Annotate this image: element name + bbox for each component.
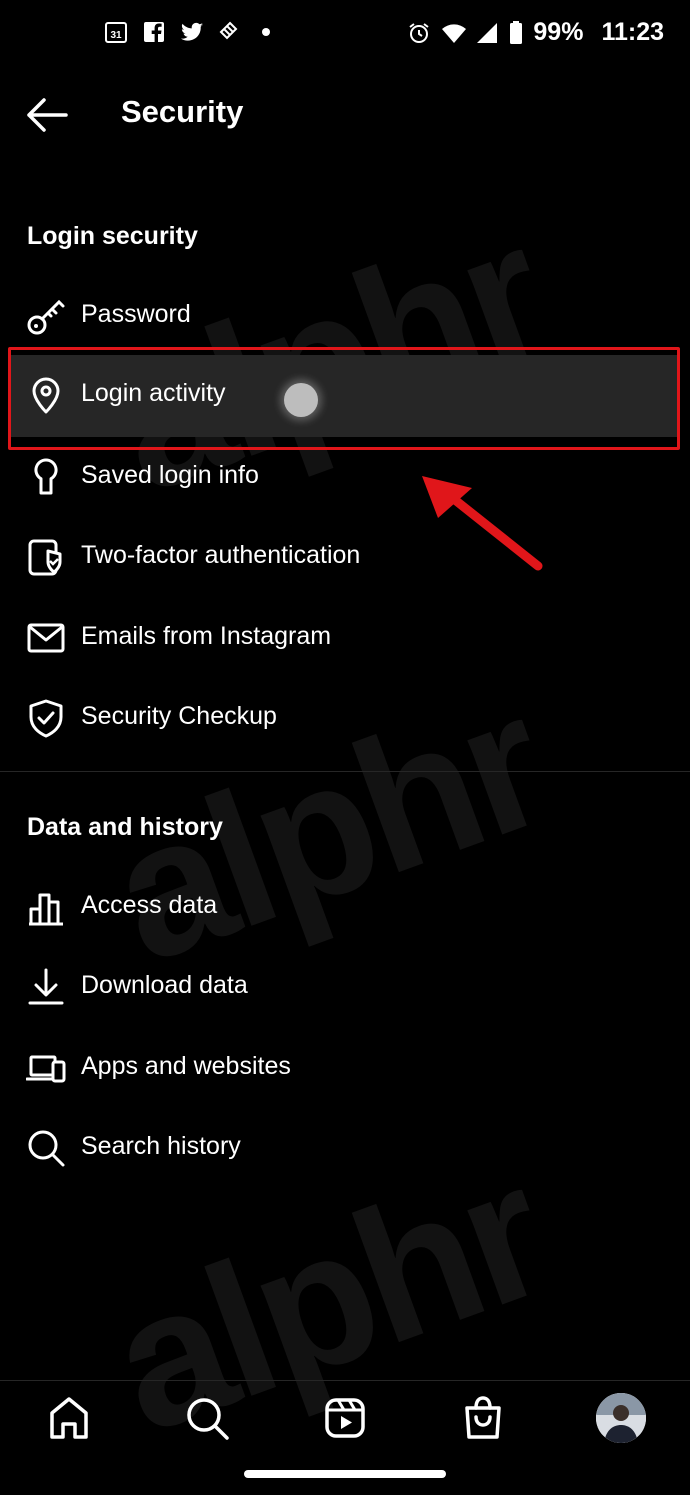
wifi-icon <box>441 21 467 45</box>
annotation-highlight-box <box>8 347 680 450</box>
keyhole-icon <box>26 457 66 497</box>
menu-item-label: Apps and websites <box>81 1052 291 1080</box>
back-arrow-icon <box>27 98 68 132</box>
facebook-icon <box>142 20 166 44</box>
menu-item-saved-login-info[interactable]: Saved login info <box>0 437 690 517</box>
back-button[interactable] <box>24 92 70 138</box>
search-icon <box>26 1128 66 1168</box>
bottom-nav-divider <box>0 1380 690 1381</box>
calendar-icon: 31 <box>104 20 128 44</box>
profile-avatar-image <box>596 1393 646 1443</box>
page-title: Security <box>121 94 244 129</box>
menu-item-label: Password <box>81 300 191 328</box>
nav-home-button[interactable] <box>44 1393 94 1443</box>
dot-icon <box>262 28 270 36</box>
shield-check-icon <box>26 698 66 738</box>
menu-item-label: Saved login info <box>81 461 259 489</box>
menu-item-label: Search history <box>81 1132 241 1160</box>
menu-item-label: Access data <box>81 891 218 919</box>
shop-icon <box>465 1396 501 1439</box>
nav-reels-button[interactable] <box>320 1393 370 1443</box>
battery-percent: 99% <box>533 18 584 46</box>
alarm-icon <box>407 21 431 45</box>
download-icon <box>26 967 66 1007</box>
key-icon <box>26 296 66 336</box>
svg-text:31: 31 <box>110 30 122 41</box>
menu-item-emails-from-instagram[interactable]: Emails from Instagram <box>0 598 690 678</box>
menu-item-security-checkup[interactable]: Security Checkup <box>0 678 690 758</box>
gesture-home-bar[interactable] <box>244 1470 446 1478</box>
menu-item-label: Security Checkup <box>81 702 277 730</box>
menu-item-password[interactable]: Password <box>0 276 690 356</box>
menu-item-access-data[interactable]: Access data <box>0 867 690 947</box>
nav-shop-button[interactable] <box>458 1393 508 1443</box>
menu-item-apps-and-websites[interactable]: Apps and websites <box>0 1028 690 1108</box>
mail-icon <box>26 618 66 658</box>
cellular-signal-icon <box>475 21 499 45</box>
status-bar: 31 99% 11:23 <box>0 0 690 70</box>
menu-item-label: Emails from Instagram <box>81 622 332 650</box>
menu-item-download-data[interactable]: Download data <box>0 947 690 1027</box>
clock: 11:23 <box>601 18 664 46</box>
menu-item-search-history[interactable]: Search history <box>0 1108 690 1188</box>
battery-icon <box>509 20 523 45</box>
section-title-login-security: Login security <box>27 222 198 250</box>
nav-profile-avatar[interactable] <box>596 1393 646 1443</box>
search-icon <box>187 1398 229 1440</box>
section-title-data-and-history: Data and history <box>27 813 223 841</box>
menu-item-label: Download data <box>81 971 248 999</box>
shield-device-icon <box>26 537 66 577</box>
section-divider <box>0 771 690 772</box>
pinwheel-app-icon <box>218 20 242 44</box>
menu-item-label: Two-factor authentication <box>81 541 361 569</box>
menu-item-two-factor-authentication[interactable]: Two-factor authentication <box>0 517 690 597</box>
devices-icon <box>25 1048 66 1088</box>
home-icon <box>50 1397 88 1439</box>
nav-search-button[interactable] <box>182 1393 232 1443</box>
bar-chart-icon <box>26 887 66 927</box>
twitter-icon <box>180 20 204 44</box>
reels-icon <box>325 1398 365 1438</box>
